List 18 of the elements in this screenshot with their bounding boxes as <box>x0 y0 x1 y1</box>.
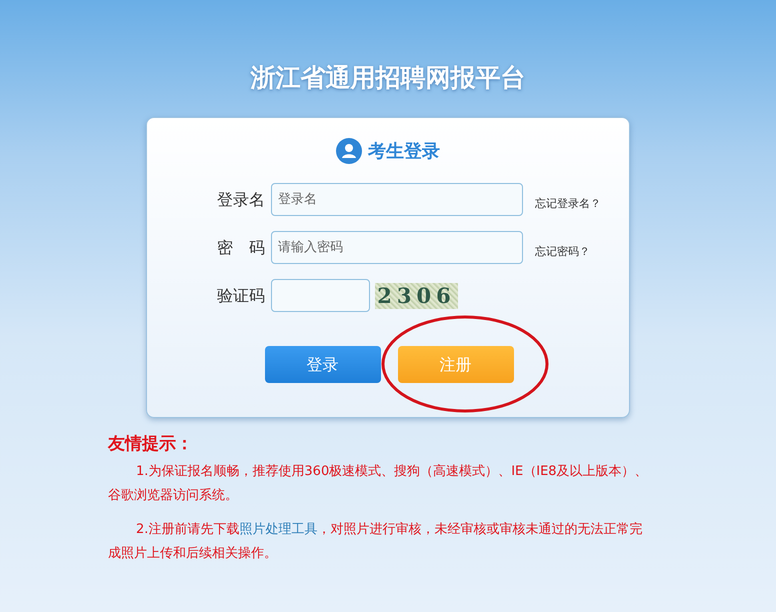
page-title: 浙江省通用招聘网报平台 <box>250 62 526 94</box>
password-field[interactable]: 请输入密码 <box>271 231 523 264</box>
forgot-link[interactable]: 忘记登录名？ <box>535 196 601 213</box>
username-field[interactable]: 登录名 <box>271 183 523 216</box>
card-title: 考生登录 <box>368 140 440 164</box>
captcha-field[interactable] <box>271 279 370 312</box>
login-button[interactable]: 登录 <box>264 346 380 383</box>
tool-link[interactable]: 照片处理工具 <box>239 522 318 536</box>
captcha-image: 2306 <box>375 282 458 308</box>
tip-paragraph: 1.为保证报名顺畅，推荐使用360极速模式、搜狗（高速模式）、IE（IE8及以上版本）、谷歌浏览器访问系统。 <box>108 462 648 504</box>
user-icon <box>336 138 362 164</box>
field-label: 密 码 <box>216 236 265 258</box>
register-button[interactable]: 注册 <box>398 346 514 383</box>
field-label: 登录名 <box>216 188 265 210</box>
forgot-link[interactable]: 忘记密码？ <box>535 244 590 261</box>
tip-paragraph: 2.注册前请先下载照片处理工具，对照片进行审核，未经审核或审核未通过的无法正常完成照片上传和后续相关操作。 <box>108 520 644 562</box>
tips-heading: 友情提示： <box>108 433 194 456</box>
field-label: 验证码 <box>216 284 265 306</box>
